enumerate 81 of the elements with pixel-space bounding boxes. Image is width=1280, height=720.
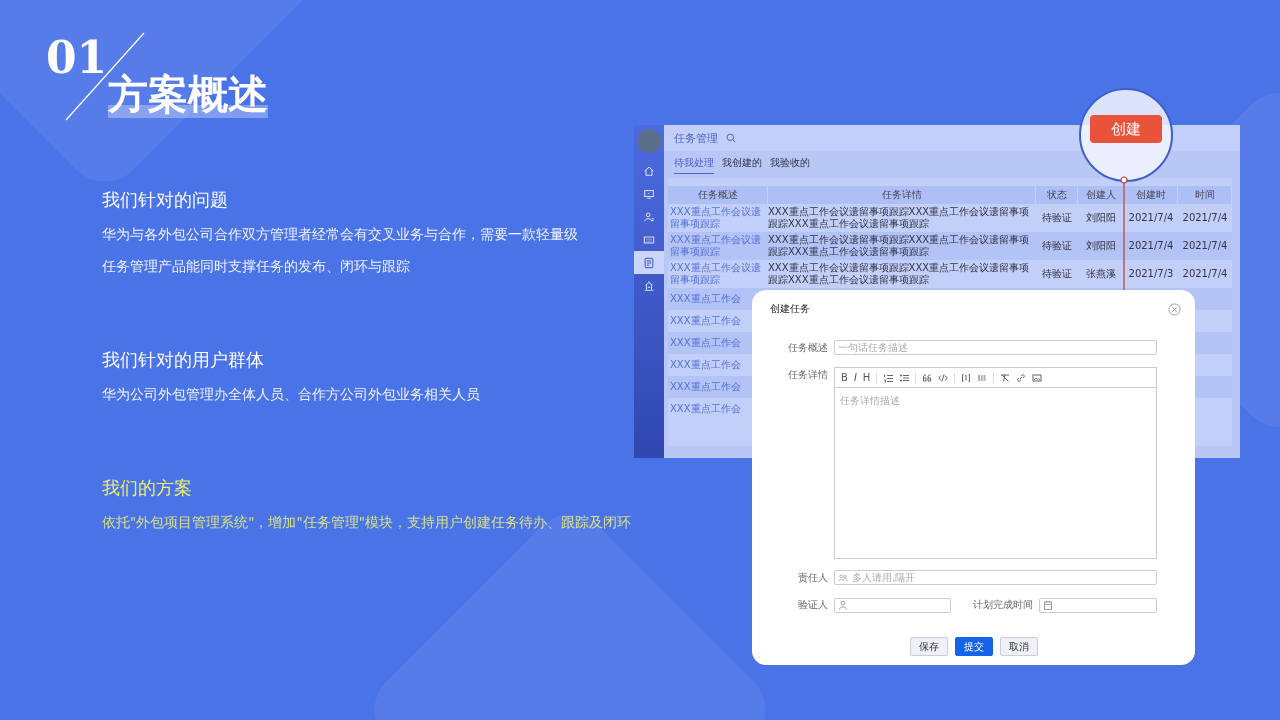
table-cell-text: 刘阳阳 [1085,211,1117,225]
date-field[interactable] [1039,597,1157,613]
column-header: 创建人 [1078,186,1124,204]
column-header: 时间 [1178,186,1232,204]
bullet-list-icon[interactable] [899,372,910,383]
user-icon [643,210,655,223]
table-cell-text: XXX重点工作会议遗留事项跟踪 [669,261,762,287]
table-cell: XXX重点工作会议遗留事项跟踪XXX重点工作会议遗留事项跟踪XXX重点工作会议遗留事项跟踪 [768,232,1036,260]
tab[interactable]: 我创建的 [722,156,762,174]
table-cell: XXX重点工作会 [670,380,741,394]
column-header: 状态 [1036,186,1078,204]
quote-icon[interactable] [922,372,933,383]
divider-icon[interactable] [977,372,988,383]
section-heading: 我们针对的问题 [102,188,228,212]
table-cell: XXX重点工作会 [670,358,741,372]
dialog-title: 创建任务 [770,302,810,316]
column-header: 任务概述 [668,186,768,204]
section-text: 华为公司外包管理办全体人员、合作方公司外包业务相关人员 [102,385,480,404]
field-label: 责任人 [797,571,828,585]
placeholder-text: 任务详情描述 [839,394,901,408]
image-icon[interactable] [1032,372,1043,383]
section-number: 01 [46,36,108,80]
italic-button[interactable]: I [853,372,857,383]
table-cell: 刘阳阳 [1078,232,1124,260]
section-text: 华为与各外包公司合作双方管理者经常会有交叉业务与合作，需要一款轻量级 [102,225,578,244]
slide-title: 方案概述 [108,70,268,118]
create-button[interactable]: 创建 [1090,115,1162,143]
document-icon [643,256,655,269]
ordered-list-icon[interactable] [883,372,894,383]
dialog-button[interactable]: 保存 [909,637,948,656]
keyboard-icon [643,233,655,246]
monitor-icon [643,187,655,200]
page-title: 任务管理 [674,130,718,146]
link-icon[interactable] [1016,372,1027,383]
table-cell-text: 张燕溪 [1085,267,1117,281]
dialog-button[interactable]: 取消 [999,637,1038,656]
code-icon[interactable] [938,372,949,383]
section-text: 依托"外包项目管理系统"，增加"任务管理"模块，支持用户创建任务待办、跟踪及闭环 [102,513,631,532]
section-heading: 我们针对的用户群体 [102,348,264,372]
table-cell: 待验证 [1036,232,1078,260]
table-cell-text: XXX重点工作会议遗留事项跟踪 [669,205,762,231]
clear-format-icon[interactable] [1000,372,1011,383]
submit-button[interactable]: 提交 [954,637,993,656]
table-cell: 2021/7/4 [1124,232,1178,260]
table-cell: XXX重点工作会议遗留事项跟踪 [668,232,768,260]
table-cell-text: 待验证 [1041,211,1073,225]
tab[interactable]: 我验收的 [770,156,810,174]
field-label: 任务概述 [787,341,828,355]
close-icon[interactable] [1168,302,1181,316]
heading-button[interactable]: H [862,372,871,383]
section-text: 任务管理产品能同时支撑任务的发布、闭环与跟踪 [102,257,410,276]
table-cell-text: XXX重点工作会议遗留事项跟踪XXX重点工作会议遗留事项跟踪XXX重点工作会议遗留事项跟踪 [768,205,1031,231]
table-cell: 2021/7/4 [1178,232,1232,260]
column-header: 创建时 [1124,186,1178,204]
people-icon [838,572,848,583]
detail-editor[interactable]: B I H 任务详情描述 [834,367,1157,559]
table-cell: XXX重点工作会 [670,336,741,350]
bracket-icon[interactable] [961,372,972,383]
table-cell-text: 2021/7/4 [1181,211,1229,225]
field-label: 验证人 [797,598,828,612]
user-icon [838,600,848,610]
field-label: 计划完成时间 [973,598,1033,612]
building-icon [643,279,655,292]
table-cell: XXX重点工作会 [670,402,741,416]
verifier-field[interactable] [834,597,951,613]
table-cell: XXX重点工作会 [670,292,741,306]
column-header: 任务详情 [768,186,1036,204]
nav-item[interactable] [634,251,664,274]
search-icon[interactable] [726,133,736,143]
table-cell-text: XXX重点工作会议遗留事项跟踪XXX重点工作会议遗留事项跟踪XXX重点工作会议遗留事项跟踪 [768,261,1031,287]
table-cell-text: 2021/7/3 [1127,267,1175,281]
table-cell-text: 2021/7/4 [1181,267,1229,281]
table-cell-text: 2021/7/4 [1127,211,1175,225]
section-heading: 我们的方案 [102,476,192,500]
table-cell-text: 待验证 [1041,267,1073,281]
home-icon [643,164,655,177]
calendar-icon [1043,600,1053,610]
bold-button[interactable]: B [841,372,848,383]
avatar [637,129,661,153]
field-label: 任务详情 [787,368,828,382]
table-cell: XXX重点工作会 [670,314,741,328]
